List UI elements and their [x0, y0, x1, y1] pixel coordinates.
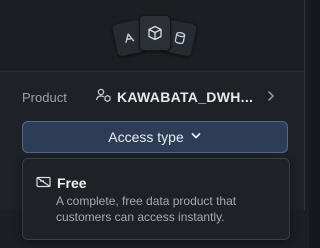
access-type-dropdown[interactable]: Free A complete, free data product that …	[22, 158, 290, 240]
database-icon	[172, 30, 189, 47]
product-value[interactable]: KAWABATA_DWH...	[95, 87, 253, 106]
product-name: KAWABATA_DWH...	[117, 88, 254, 105]
chevron-right-icon[interactable]	[265, 89, 277, 108]
product-label: Product	[22, 90, 67, 105]
free-tag-icon	[36, 175, 51, 191]
snowflake-app-icon	[121, 30, 138, 47]
chevron-down-icon	[190, 129, 202, 145]
access-type-label: Access type	[108, 129, 184, 145]
product-icons-header	[0, 0, 304, 72]
cube-icon	[147, 25, 163, 41]
cube-icon-tile	[139, 15, 171, 51]
product-share-icon	[95, 87, 111, 106]
option-free-description: A complete, free data product that custo…	[56, 194, 237, 224]
option-free-title: Free	[57, 175, 87, 191]
listing-panel: Product KAWABATA_DWH... Access type Free…	[0, 0, 309, 248]
option-free[interactable]: Free	[36, 175, 87, 191]
access-type-button[interactable]: Access type	[22, 121, 288, 153]
